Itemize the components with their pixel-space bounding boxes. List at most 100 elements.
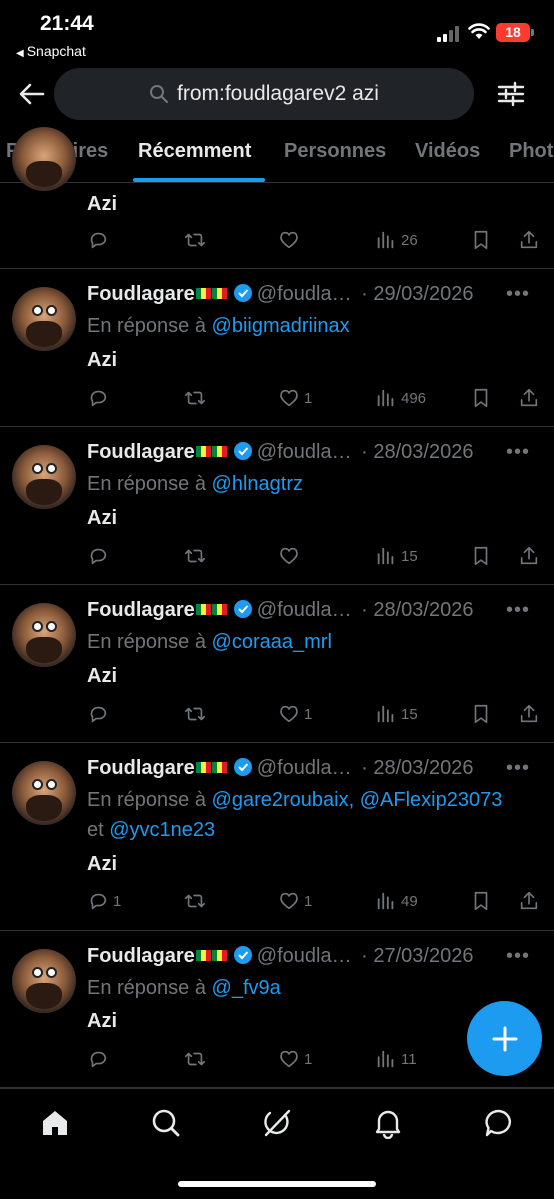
retweet-button[interactable] xyxy=(184,544,210,568)
tweet-header: Foudlagare @foudla… · 29/03/2026 xyxy=(87,283,473,306)
avatar[interactable] xyxy=(12,761,76,825)
more-options-icon[interactable]: ••• xyxy=(506,599,530,622)
views-button[interactable]: 49 xyxy=(375,889,418,913)
search-input[interactable]: from:foudlagarev2 azi xyxy=(54,68,474,120)
mention-link[interactable]: @yvc1ne23 xyxy=(109,819,215,841)
more-options-icon[interactable]: ••• xyxy=(506,945,530,968)
like-button[interactable]: 1 xyxy=(278,702,312,726)
grok-icon[interactable] xyxy=(261,1107,293,1139)
author-name[interactable]: Foudlagare xyxy=(87,757,195,779)
views-button[interactable]: 15 xyxy=(375,702,418,726)
share-button[interactable] xyxy=(518,702,540,726)
mention-link[interactable]: @biigmadriinax xyxy=(212,315,350,337)
like-button[interactable] xyxy=(278,544,304,568)
bookmark-button[interactable] xyxy=(470,702,492,726)
verified-badge-icon xyxy=(233,600,252,618)
retweet-button[interactable] xyxy=(184,1047,210,1071)
bookmark-button[interactable] xyxy=(470,544,492,568)
share-button[interactable] xyxy=(518,544,540,568)
compose-button[interactable] xyxy=(467,1001,542,1076)
reply-button[interactable] xyxy=(87,1047,113,1071)
like-button[interactable]: 1 xyxy=(278,889,312,913)
more-options-icon[interactable]: ••• xyxy=(506,441,530,464)
reply-icon xyxy=(90,1051,107,1068)
retweet-button[interactable] xyxy=(184,386,210,410)
share-button[interactable] xyxy=(518,228,540,252)
explore-icon[interactable] xyxy=(150,1107,182,1139)
tweet-text: Azi xyxy=(87,1010,117,1032)
verified-badge-icon xyxy=(233,284,252,302)
author-handle[interactable]: @foudla… xyxy=(257,441,352,463)
bookmark-button[interactable] xyxy=(470,228,492,252)
share-button[interactable] xyxy=(518,889,540,913)
bookmark-icon xyxy=(474,546,488,566)
more-options-icon[interactable]: ••• xyxy=(506,283,530,306)
flag-icon xyxy=(211,762,227,773)
tweet-actions: 1 496 xyxy=(87,386,542,410)
avatar[interactable] xyxy=(12,949,76,1013)
reply-icon xyxy=(90,390,107,407)
bookmark-button[interactable] xyxy=(470,386,492,410)
bookmark-button[interactable] xyxy=(470,889,492,913)
reply-button[interactable]: 1 xyxy=(87,889,121,913)
author-handle[interactable]: @foudla… xyxy=(257,599,352,621)
author-name[interactable]: Foudlagare xyxy=(87,441,195,463)
views-button[interactable]: 15 xyxy=(375,544,418,568)
flag-icon xyxy=(211,446,227,457)
tweet-item[interactable]: Foudlagare @foudla… · 28/03/2026 ••• En r… xyxy=(0,743,554,931)
author-name[interactable]: Foudlagare xyxy=(87,283,195,305)
tweet-item[interactable]: Foudlagare @foudla… · 28/03/2026 ••• En r… xyxy=(0,585,554,743)
tweet-item[interactable]: Foudlagare @foudla… · 29/03/2026 ••• En r… xyxy=(0,269,554,427)
mention-link[interactable]: @coraaa_mrl xyxy=(212,631,332,653)
back-triangle-icon: ◀ xyxy=(16,48,24,59)
views-icon xyxy=(377,705,394,723)
views-icon xyxy=(377,231,394,249)
tab-personnes[interactable]: Personnes xyxy=(284,140,386,163)
author-name[interactable]: Foudlagare xyxy=(87,599,195,621)
avatar[interactable] xyxy=(12,287,76,351)
like-button[interactable]: 1 xyxy=(278,386,312,410)
mention-link[interactable]: @gare2roubaix, @AFlexip23073 xyxy=(212,789,503,811)
avatar[interactable] xyxy=(12,127,76,191)
like-button[interactable] xyxy=(278,228,300,252)
more-options-icon[interactable]: ••• xyxy=(506,757,530,780)
reply-prefix: En réponse à xyxy=(87,631,206,653)
reply-button[interactable] xyxy=(87,228,109,252)
active-tab-indicator xyxy=(133,178,265,182)
tab-recemment[interactable]: Récemment xyxy=(138,140,251,163)
author-handle[interactable]: @foudla… xyxy=(257,945,352,967)
tab-videos[interactable]: Vidéos xyxy=(415,140,480,163)
tweet-actions: 1 15 xyxy=(87,702,542,726)
retweet-button[interactable] xyxy=(184,889,210,913)
flag-icon xyxy=(195,950,211,961)
retweet-button[interactable] xyxy=(184,702,210,726)
reply-button[interactable] xyxy=(87,544,113,568)
home-icon[interactable] xyxy=(39,1107,71,1139)
views-button[interactable]: 11 xyxy=(375,1047,417,1071)
author-handle[interactable]: @foudla… xyxy=(257,757,352,779)
filter-icon[interactable] xyxy=(496,78,526,110)
avatar[interactable] xyxy=(12,445,76,509)
author-name[interactable]: Foudlagare xyxy=(87,945,195,967)
retweet-button[interactable] xyxy=(184,228,206,252)
author-handle[interactable]: @foudla… xyxy=(257,283,352,305)
back-arrow-icon[interactable] xyxy=(18,80,46,108)
messages-icon[interactable] xyxy=(483,1107,515,1139)
tweet-item[interactable]: Foudlagare @foudla… · 27/03/2026 ••• En r… xyxy=(0,931,554,1088)
avatar[interactable] xyxy=(12,603,76,667)
share-button[interactable] xyxy=(518,386,540,410)
reply-button[interactable] xyxy=(87,702,113,726)
views-button[interactable]: 26 xyxy=(375,228,418,252)
reply-button[interactable] xyxy=(87,386,113,410)
tweet-partial[interactable]: Azi 26 xyxy=(0,127,554,269)
views-button[interactable]: 496 xyxy=(375,386,426,410)
like-button[interactable]: 1 xyxy=(278,1047,312,1071)
tweet-item[interactable]: Foudlagare @foudla… · 28/03/2026 ••• En r… xyxy=(0,427,554,585)
tab-photos[interactable]: Phot xyxy=(509,140,553,163)
views-icon xyxy=(377,547,394,565)
back-to-app-link[interactable]: ◀ Snapchat xyxy=(16,43,86,59)
mention-link[interactable]: @_fv9a xyxy=(212,977,281,999)
mention-link[interactable]: @hlnagtrz xyxy=(212,473,303,495)
bookmark-icon xyxy=(474,704,488,724)
notifications-icon[interactable] xyxy=(372,1107,404,1139)
